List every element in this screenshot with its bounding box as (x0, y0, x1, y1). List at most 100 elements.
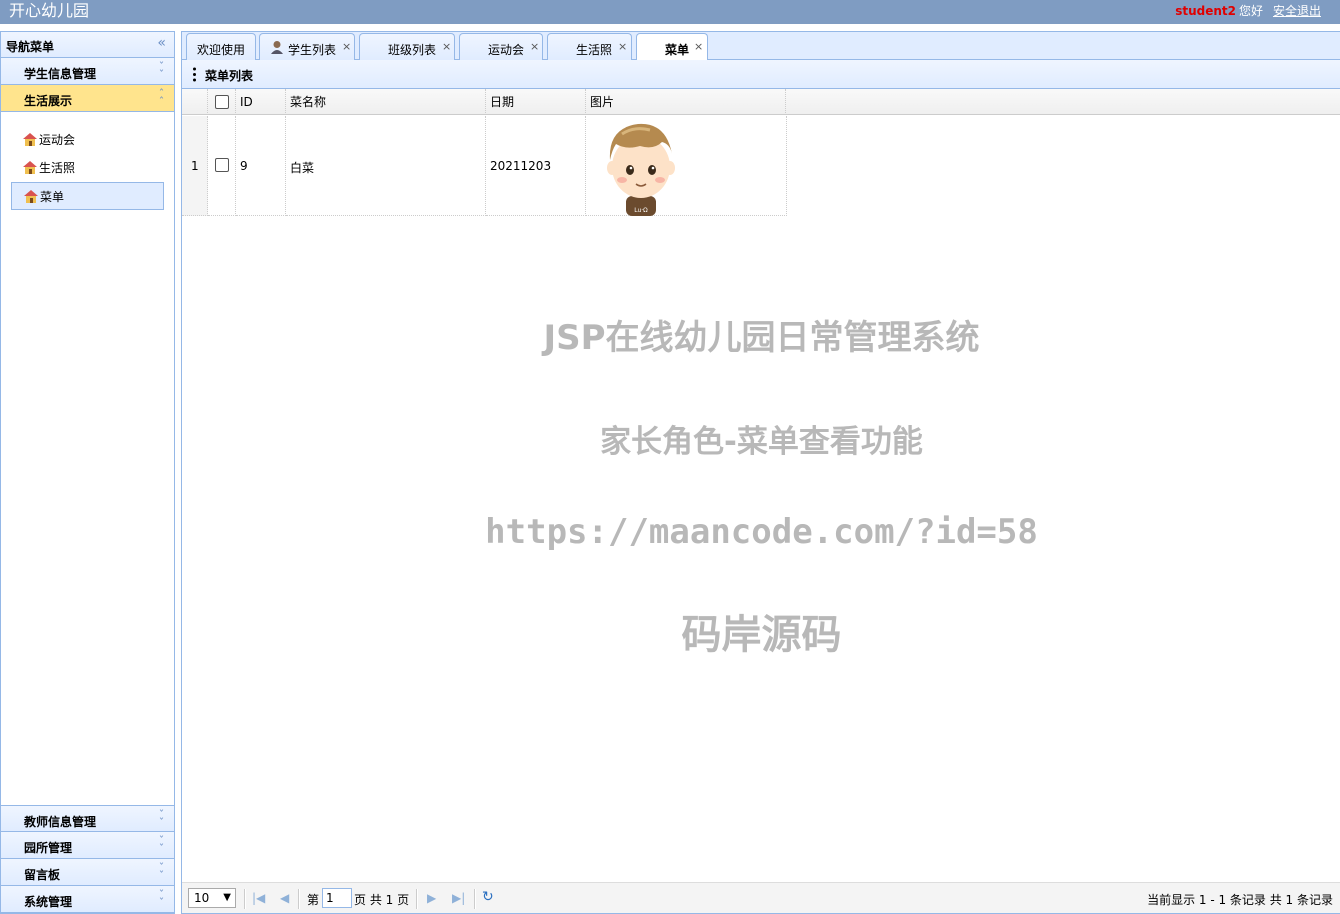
select-all-cell (208, 89, 236, 115)
menu-item-label: 菜单 (40, 190, 65, 204)
pagination-bar: 10 ▼ |◀ ◀ 第 1 页 共 1 页 ▶ ▶| ↻ 当前显示 1 - 1 … (182, 882, 1340, 913)
accordion-label: 系统管理 (24, 895, 73, 909)
nav-header: 导航菜单 « (1, 32, 174, 58)
accordion-label: 教师信息管理 (24, 815, 97, 829)
page-number-input[interactable]: 1 (322, 888, 352, 908)
greeting-text: 您好 (1238, 4, 1263, 18)
chevron-down-icon: ˇˇ (158, 888, 165, 909)
navigation-panel: 导航菜单 « 学生信息管理 ˇˇ 生活展示 ˆˆ 运动会 生活照 菜单 教师信息… (0, 31, 175, 914)
accordion-label: 园所管理 (24, 841, 73, 855)
logout-link[interactable]: 安全退出 (1273, 4, 1321, 18)
page-size-select[interactable]: 10 ▼ (188, 888, 236, 908)
cell-id-value: 9 (240, 159, 248, 173)
chevron-up-icon: ˆˆ (158, 87, 165, 108)
tab-bar: 欢迎使用 学生列表 × 班级列表 × 运动会 × 生活照 × 菜单 × (182, 32, 1340, 61)
close-icon[interactable]: × (618, 40, 627, 53)
separator (244, 889, 246, 909)
select-all-checkbox[interactable] (215, 95, 229, 109)
refresh-icon[interactable]: ↻ (482, 889, 494, 905)
accordion-system-management[interactable]: 系统管理 ˇˇ (1, 886, 174, 913)
watermark-title: JSP在线幼儿园日常管理系统 (543, 318, 980, 358)
collapse-left-icon[interactable]: « (157, 35, 166, 51)
first-page-icon[interactable]: |◀ (252, 891, 265, 905)
row-number: 1 (191, 159, 199, 173)
tab-life-photos[interactable]: 生活照 × (547, 33, 632, 60)
vertical-dots-icon (193, 67, 196, 82)
close-icon[interactable]: × (442, 40, 451, 53)
watermark-url: https://maancode.com/?id=58 (485, 512, 1038, 552)
cartoon-boy-image: Lu·Ω (607, 123, 675, 216)
person-icon (271, 41, 283, 54)
row-checkbox[interactable] (215, 158, 229, 172)
close-icon[interactable]: × (530, 40, 539, 53)
column-header-id[interactable]: ID (236, 89, 286, 115)
column-header-date[interactable]: 日期 (486, 89, 586, 115)
row-number-cell: 1 (182, 116, 208, 216)
table-row[interactable]: 1 9 白菜 20211203 Lu·Ω (182, 116, 787, 216)
column-header-name[interactable]: 菜名称 (286, 89, 486, 115)
last-page-icon[interactable]: ▶| (452, 891, 465, 905)
app-title: 开心幼儿园 (9, 1, 90, 20)
chevron-down-icon: ▼ (223, 892, 231, 903)
accordion-label: 生活展示 (24, 94, 73, 108)
panel-title-bar: 菜单列表 (182, 60, 1340, 89)
cell-id: 9 (236, 116, 286, 216)
tab-label: 学生列表 (288, 43, 337, 57)
tab-label: 菜单 (665, 43, 690, 57)
prev-page-icon[interactable]: ◀ (280, 891, 289, 905)
user-area: student2 您好 安全退出 (1175, 4, 1321, 18)
grid-header: ID 菜名称 日期 图片 (182, 89, 1340, 115)
tab-class-list[interactable]: 班级列表 × (359, 33, 455, 60)
row-select-cell (208, 116, 236, 216)
menu-item-life-photos[interactable]: 生活照 (11, 154, 164, 182)
house-icon (23, 161, 37, 174)
close-icon[interactable]: × (694, 40, 703, 53)
accordion-teacher-info[interactable]: 教师信息管理 ˇˇ (1, 805, 174, 832)
cell-image: Lu·Ω (586, 116, 787, 216)
separator (416, 889, 418, 909)
page-prefix: 第 (307, 893, 320, 907)
main-panel: 欢迎使用 学生列表 × 班级列表 × 运动会 × 生活照 × 菜单 × 菜单列表 (181, 31, 1340, 914)
cell-date-value: 20211203 (490, 159, 552, 173)
tab-label: 班级列表 (388, 43, 437, 57)
accordion-life-display[interactable]: 生活展示 ˆˆ (1, 85, 174, 112)
chevron-down-icon: ˇˇ (158, 60, 165, 81)
chevron-down-icon: ˇˇ (158, 808, 165, 829)
accordion-bottom-group: 教师信息管理 ˇˇ 园所管理 ˇˇ 留言板 ˇˇ 系统管理 ˇˇ (1, 805, 174, 913)
panel-title: 菜单列表 (205, 69, 254, 83)
close-icon[interactable]: × (342, 40, 351, 53)
house-icon (23, 133, 37, 146)
tab-sports-meet[interactable]: 运动会 × (459, 33, 543, 60)
separator (298, 889, 300, 909)
separator (474, 889, 476, 909)
page-suffix: 页 共 1 页 (354, 893, 410, 907)
accordion-body-life-display: 运动会 生活照 菜单 (1, 112, 174, 806)
accordion-message-board[interactable]: 留言板 ˇˇ (1, 859, 174, 886)
tab-welcome[interactable]: 欢迎使用 (186, 33, 256, 60)
accordion-label: 留言板 (24, 868, 61, 882)
page-size-value: 10 (194, 891, 210, 905)
user-name: student2 (1175, 4, 1236, 18)
top-header-bar: 开心幼儿园 student2 您好 安全退出 (0, 0, 1340, 24)
menu-item-menu[interactable]: 菜单 (11, 182, 164, 210)
column-header-image[interactable]: 图片 (586, 89, 786, 115)
cell-name: 白菜 (286, 116, 486, 216)
record-info: 当前显示 1 - 1 条记录 共 1 条记录 (1147, 893, 1333, 907)
tab-label: 欢迎使用 (197, 43, 246, 57)
svg-text:Lu·Ω: Lu·Ω (634, 207, 648, 214)
tab-student-list[interactable]: 学生列表 × (259, 33, 355, 60)
menu-item-sports-meet[interactable]: 运动会 (11, 126, 164, 154)
chevron-down-icon: ˇˇ (158, 861, 165, 882)
accordion-label: 学生信息管理 (24, 67, 97, 81)
watermark-subtitle: 家长角色-菜单查看功能 (600, 424, 923, 460)
chevron-down-icon: ˇˇ (158, 834, 165, 855)
accordion-student-info[interactable]: 学生信息管理 ˇˇ (1, 58, 174, 85)
house-icon (24, 190, 38, 203)
menu-item-label: 运动会 (39, 133, 76, 147)
tab-label: 生活照 (576, 43, 613, 57)
rownum-header (182, 89, 208, 115)
accordion-school-management[interactable]: 园所管理 ˇˇ (1, 832, 174, 859)
tab-menu[interactable]: 菜单 × (636, 33, 708, 61)
tab-label: 运动会 (488, 43, 525, 57)
next-page-icon[interactable]: ▶ (427, 891, 436, 905)
